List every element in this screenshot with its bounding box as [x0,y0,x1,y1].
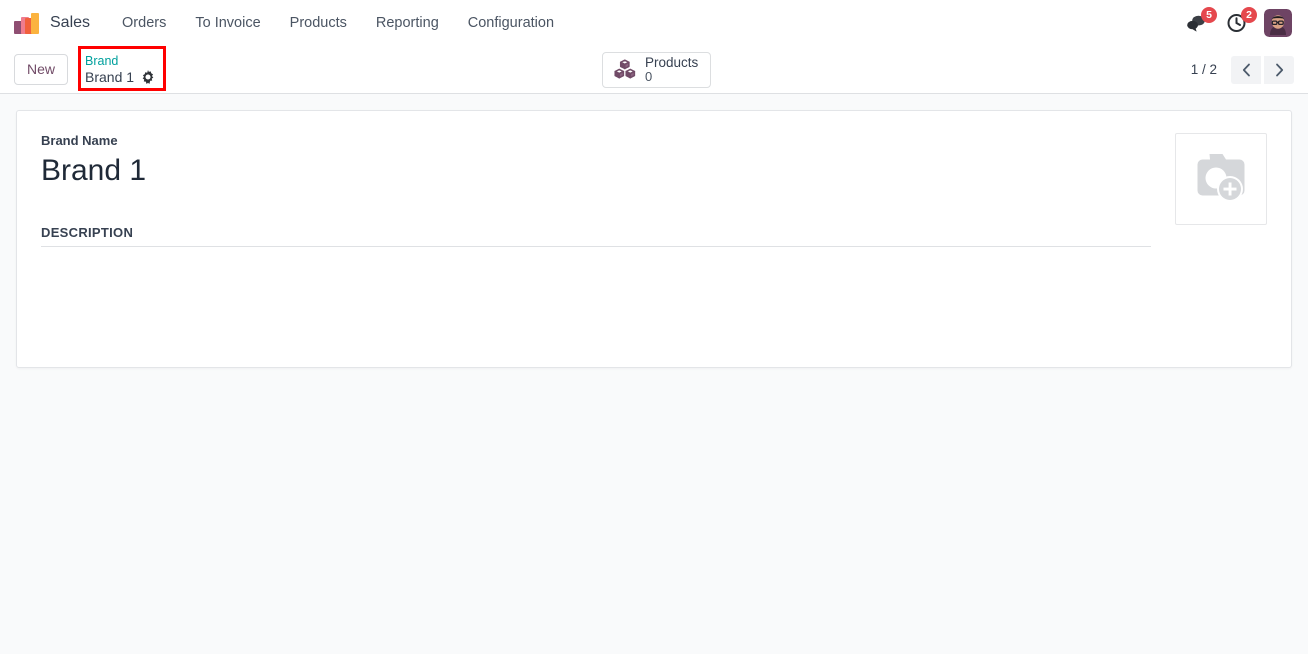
pager-counter[interactable]: 1 / 2 [1191,62,1217,77]
odoo-sales-bars-logo[interactable] [14,12,40,34]
activity-count-badge: 2 [1241,7,1257,23]
messaging-count-badge: 5 [1201,7,1217,23]
breadcrumb-current-label: Brand 1 [85,68,135,85]
chevron-right-icon [1275,63,1283,76]
brand-name-input[interactable]: Brand 1 [39,152,239,192]
chevron-left-icon [1242,63,1250,76]
camera-plus-icon [1197,154,1245,202]
smart-button-products-label: Products [645,55,699,71]
user-avatar-icon [1264,9,1292,37]
smart-button-box: Products 0 [602,52,712,88]
top-navbar: Sales Orders To Invoice Products Reporti… [0,0,1308,46]
nav-menu-orders[interactable]: Orders [112,9,176,37]
nav-menu-configuration[interactable]: Configuration [458,9,564,37]
description-section-title: DESCRIPTION [41,225,1151,247]
smart-button-products-value: 0 [645,69,653,85]
gear-icon[interactable] [141,70,155,84]
breadcrumb-current: Brand 1 [85,69,155,86]
form-view-background: Brand Name Brand 1 DESCRIPTION [0,94,1308,653]
cubes-icon [614,59,636,79]
nav-menu-to-invoice[interactable]: To Invoice [185,9,270,37]
brand-name-label: Brand Name [41,133,118,148]
smart-button-products[interactable]: Products 0 [602,52,712,88]
navbar-systray: 5 2 [1184,7,1296,37]
form-sheet: Brand Name Brand 1 DESCRIPTION [16,110,1292,368]
nav-menu-products[interactable]: Products [280,9,357,37]
description-section: DESCRIPTION [41,225,1151,337]
logo-bar-4 [31,13,39,34]
description-input[interactable] [41,247,1151,337]
form-sheet-main: Brand Name Brand 1 DESCRIPTION [41,133,1267,345]
smart-button-products-text: Products 0 [645,55,699,85]
breadcrumb: Brand Brand 1 [78,45,167,91]
pager-next-button[interactable] [1264,55,1294,84]
messaging-menu-button[interactable]: 5 [1184,7,1217,36]
control-panel: New Brand Brand 1 Products 0 1 / 2 [0,45,1308,94]
nav-menu-reporting[interactable]: Reporting [366,9,449,37]
brand-image-upload[interactable] [1175,133,1267,225]
new-button[interactable]: New [14,54,69,85]
pager-previous-button[interactable] [1231,55,1261,84]
avatar[interactable] [1264,9,1292,37]
app-name-sales[interactable]: Sales [50,14,90,32]
gear-icon-svg [142,70,154,84]
breadcrumb-parent-brand[interactable]: Brand [85,54,155,69]
activity-menu-button[interactable]: 2 [1224,7,1257,36]
pager: 1 / 2 [1191,55,1294,84]
